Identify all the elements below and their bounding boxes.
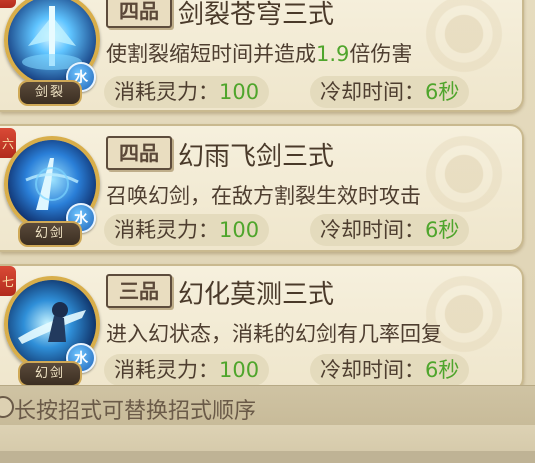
cost-value-3: 100 [219, 358, 260, 382]
cooldown-value-3: 6秒 [425, 358, 460, 382]
desc-multiplier: 1.9 [316, 42, 350, 66]
skill-icon-label-1: 剑裂 [18, 80, 82, 106]
cooldown-pill-1: 冷却时间：6秒 [310, 76, 470, 108]
rank-badge-1: 四品 [106, 0, 172, 28]
skill-name-1: 剑裂苍穹三式 [178, 0, 335, 30]
cost-label-3: 消耗灵力： [114, 358, 219, 382]
skill-name-2: 幻雨飞剑三式 [178, 142, 335, 172]
info-circle-icon [0, 396, 14, 418]
skill-desc-2: 召唤幻剑，在敌方割裂生效时攻击 [106, 184, 421, 208]
cooldown-pill-3: 冷却时间：6秒 [310, 354, 470, 386]
cooldown-label-1: 冷却时间： [320, 80, 425, 104]
cost-label-1: 消耗灵力： [114, 80, 219, 104]
cost-pill-1: 消耗灵力：100 [104, 76, 270, 108]
rank-badge-2: 四品 [106, 136, 172, 170]
cost-value-1: 100 [219, 80, 260, 104]
skill-icon-label-3: 幻剑 [18, 361, 82, 387]
desc-text-1b: 倍伤害 [349, 42, 413, 66]
rank-badge-3: 三品 [106, 274, 172, 308]
cooldown-value-2: 6秒 [425, 218, 460, 242]
skill-desc-1: 使割裂缩短时间并造成1.9倍伤害 [106, 38, 412, 68]
skill-desc-3: 进入幻状态，消耗的幻剑有几率回复 [106, 322, 442, 346]
cost-label-2: 消耗灵力： [114, 218, 219, 242]
skill-icon-label-2: 幻剑 [18, 221, 82, 247]
cooldown-pill-2: 冷却时间：6秒 [310, 214, 470, 246]
bottom-divider [0, 451, 535, 463]
skill-list-panel: 水 剑裂 四品 剑裂苍穹三式 使割裂缩短时间并造成1.9倍伤害 消耗灵力：100… [0, 0, 535, 463]
cost-value-2: 100 [219, 218, 260, 242]
footer-hint-text: 长按招式可替换招式顺序 [14, 399, 257, 424]
cooldown-value-1: 6秒 [425, 80, 460, 104]
desc-text-1a: 使割裂缩短时间并造成 [106, 42, 316, 66]
cooldown-label-3: 冷却时间： [320, 358, 425, 382]
cost-pill-2: 消耗灵力：100 [104, 214, 270, 246]
cooldown-label-2: 冷却时间： [320, 218, 425, 242]
skill-name-3: 幻化莫测三式 [178, 280, 335, 310]
footer-hint-bar: 长按招式可替换招式顺序 [0, 385, 535, 426]
cost-pill-3: 消耗灵力：100 [104, 354, 270, 386]
